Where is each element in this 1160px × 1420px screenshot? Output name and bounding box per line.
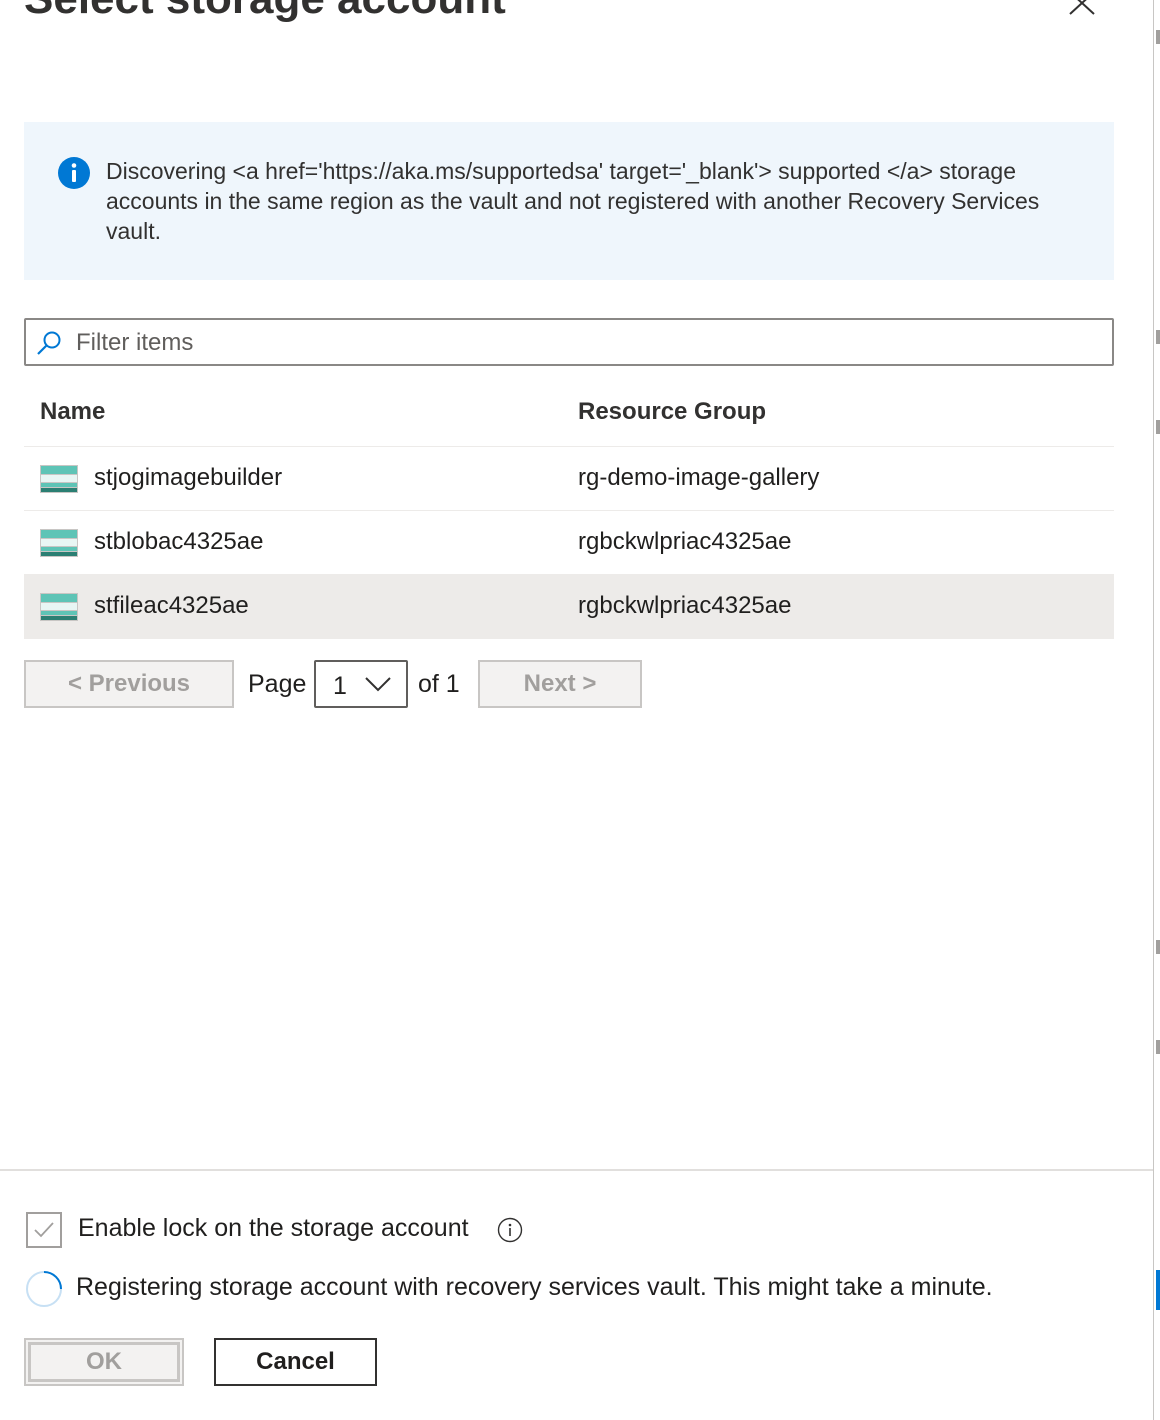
cancel-button[interactable]: Cancel <box>214 1338 377 1386</box>
storage-accounts-grid: Name Resource Group stjogimagebuilder rg… <box>24 380 1114 639</box>
table-row[interactable]: stfileac4325ae rgbckwlpriac4325ae <box>24 575 1114 639</box>
background-panel-edge <box>1153 0 1160 1420</box>
filter-box[interactable] <box>24 318 1114 366</box>
close-icon <box>1069 0 1095 15</box>
checkmark-icon <box>34 1222 54 1238</box>
pagination: < Previous Page 1 of 1 Next > <box>24 660 724 708</box>
table-row[interactable]: stblobac4325ae rgbckwlpriac4325ae <box>24 511 1114 575</box>
info-icon <box>58 157 90 189</box>
info-message-text: Discovering <a href='https://aka.ms/supp… <box>106 158 1040 244</box>
page-label: Page <box>248 670 307 698</box>
ok-button[interactable]: OK <box>24 1338 184 1386</box>
row-name: stblobac4325ae <box>94 528 264 555</box>
footer-divider <box>0 1169 1153 1171</box>
storage-account-icon <box>40 593 78 621</box>
page-count-label: of 1 <box>418 670 460 698</box>
column-header-name[interactable]: Name <box>40 398 105 426</box>
row-resource-group: rg-demo-image-gallery <box>578 464 820 491</box>
filter-input[interactable] <box>74 326 1098 360</box>
next-button[interactable]: Next > <box>478 660 642 708</box>
info-message-bar: Discovering <a href='https://aka.ms/supp… <box>24 122 1114 280</box>
dialog-title: Select storage account <box>24 0 506 24</box>
registration-status-text: Registering storage account with recover… <box>76 1273 993 1301</box>
table-row[interactable]: stjogimagebuilder rg-demo-image-gallery <box>24 447 1114 511</box>
storage-account-icon <box>40 465 78 493</box>
chevron-down-icon <box>365 677 391 692</box>
info-tooltip-icon[interactable] <box>497 1217 523 1243</box>
row-resource-group: rgbckwlpriac4325ae <box>578 592 792 619</box>
page-select[interactable]: 1 <box>314 660 408 708</box>
lock-checkbox-label[interactable]: Enable lock on the storage account <box>78 1214 469 1243</box>
close-button[interactable] <box>1062 0 1102 32</box>
current-page-value: 1 <box>333 672 347 700</box>
row-name: stjogimagebuilder <box>94 464 283 491</box>
row-resource-group: rgbckwlpriac4325ae <box>578 528 792 555</box>
lock-checkbox[interactable] <box>26 1212 62 1248</box>
storage-account-icon <box>40 529 78 557</box>
grid-header: Name Resource Group <box>24 380 1114 447</box>
loading-spinner-icon <box>26 1271 62 1307</box>
column-header-resource-group[interactable]: Resource Group <box>578 398 766 426</box>
previous-button[interactable]: < Previous <box>24 660 234 708</box>
search-icon <box>37 331 61 355</box>
row-name: stfileac4325ae <box>94 592 249 619</box>
